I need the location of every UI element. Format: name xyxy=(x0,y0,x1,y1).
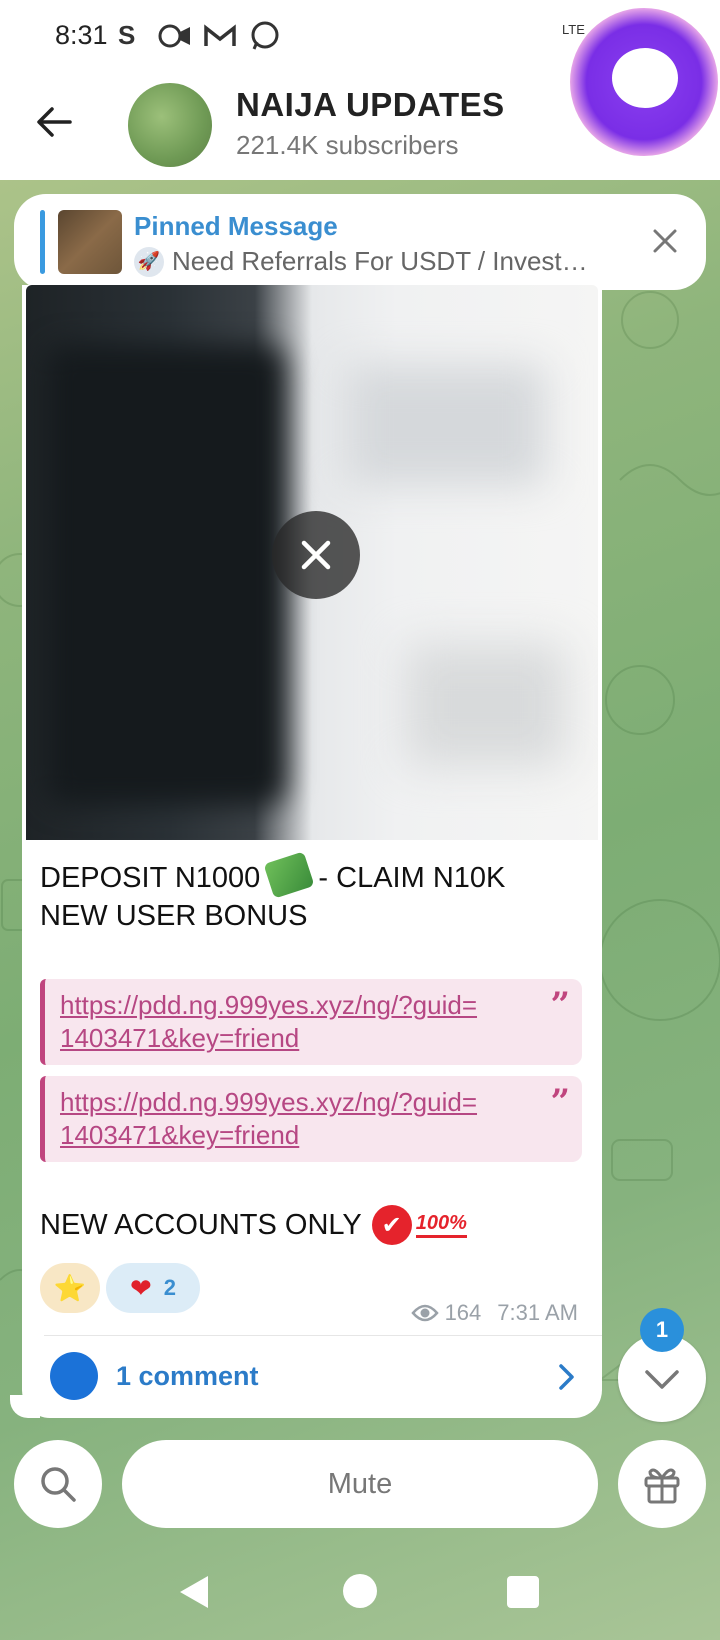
post-line2: NEW USER BONUS xyxy=(40,900,308,932)
post-line1b: - CLAIM N10K xyxy=(318,862,506,894)
chevron-right-icon xyxy=(559,1364,574,1390)
comments-button[interactable]: 1 comment xyxy=(22,1337,602,1413)
quote-block: https://pdd.ng.999yes.xyz/ng/?guid= 14034… xyxy=(40,1076,582,1162)
close-icon xyxy=(301,540,331,570)
back-nav-icon[interactable] xyxy=(176,1572,212,1612)
heart-icon: ❤ xyxy=(129,1272,152,1303)
mute-button[interactable]: Mute xyxy=(122,1440,598,1528)
check-badge-icon: ✔ xyxy=(371,1205,412,1245)
divider xyxy=(44,1335,602,1336)
post-time: 7:31 AM xyxy=(497,1300,578,1325)
reaction-star[interactable]: ⭐ xyxy=(40,1263,100,1313)
video-icon xyxy=(158,24,190,48)
gmail-icon xyxy=(204,24,236,46)
quote-icon: ” xyxy=(550,985,570,1025)
search-icon xyxy=(41,1467,76,1502)
reaction-count: 2 xyxy=(163,1275,177,1300)
unread-badge: 1 xyxy=(640,1308,684,1352)
eye-icon xyxy=(410,1304,439,1322)
post-footer-line: NEW ACCOUNTS ONLY ✔ 100% xyxy=(40,1205,467,1245)
pinned-thumbnail xyxy=(58,210,122,274)
status-time: 8:31 xyxy=(55,20,108,50)
subscriber-count: 221.4K subscribers xyxy=(236,130,459,160)
rocket-icon: 🚀 xyxy=(134,246,164,277)
view-count: 164 xyxy=(444,1300,482,1325)
channel-title[interactable]: NAIJA UPDATES xyxy=(236,86,505,124)
hundred-emoji-icon: 100% xyxy=(415,1212,467,1238)
blurred-media[interactable] xyxy=(26,285,598,840)
channel-post: DEPOSIT N1000 - CLAIM N10K NEW USER BONU… xyxy=(22,285,602,1418)
comments-label: 1 comment xyxy=(116,1361,259,1391)
money-emoji-icon xyxy=(263,851,315,899)
quote-block: https://pdd.ng.999yes.xyz/ng/?guid= 14034… xyxy=(40,979,582,1065)
pinned-title: Pinned Message xyxy=(134,211,338,241)
star-icon: ⭐ xyxy=(53,1272,87,1303)
post-text: DEPOSIT N1000 - CLAIM N10K NEW USER BONU… xyxy=(40,851,560,935)
quote-icon: ” xyxy=(550,1082,570,1122)
back-arrow-icon[interactable] xyxy=(34,102,74,142)
post-link[interactable]: https://pdd.ng.999yes.xyz/ng/?guid= 14034… xyxy=(60,1087,477,1150)
channel-avatar[interactable] xyxy=(128,83,212,167)
search-button[interactable] xyxy=(14,1440,102,1528)
recents-nav-icon[interactable] xyxy=(507,1576,539,1608)
system-navigation-bar xyxy=(0,1550,720,1640)
commenter-avatar xyxy=(50,1352,98,1400)
pinned-message-bar[interactable]: Pinned Message 🚀 Need Referrals For USDT… xyxy=(14,194,706,290)
gift-button[interactable] xyxy=(618,1440,706,1528)
network-type: LTE xyxy=(562,22,585,37)
pinned-indicator xyxy=(40,210,45,274)
gift-icon xyxy=(644,1468,680,1504)
floating-chat-bubble[interactable] xyxy=(570,8,718,156)
cancel-download-button[interactable] xyxy=(272,511,360,599)
whatsapp-icon xyxy=(251,21,279,50)
s-app-icon: S xyxy=(118,20,136,50)
post-line1: DEPOSIT N1000 xyxy=(40,862,261,894)
reaction-heart[interactable]: ❤ 2 xyxy=(106,1263,200,1313)
pinned-preview: 🚀 Need Referrals For USDT / Invest… xyxy=(134,246,588,277)
close-icon[interactable] xyxy=(650,226,680,256)
post-link[interactable]: https://pdd.ng.999yes.xyz/ng/?guid= 14034… xyxy=(60,990,477,1053)
home-nav-icon[interactable] xyxy=(343,1574,377,1608)
post-footer-text: NEW ACCOUNTS ONLY xyxy=(40,1208,362,1241)
post-meta: 164 7:31 AM xyxy=(410,1300,578,1326)
pinned-text: Need Referrals For USDT / Invest… xyxy=(172,246,588,276)
